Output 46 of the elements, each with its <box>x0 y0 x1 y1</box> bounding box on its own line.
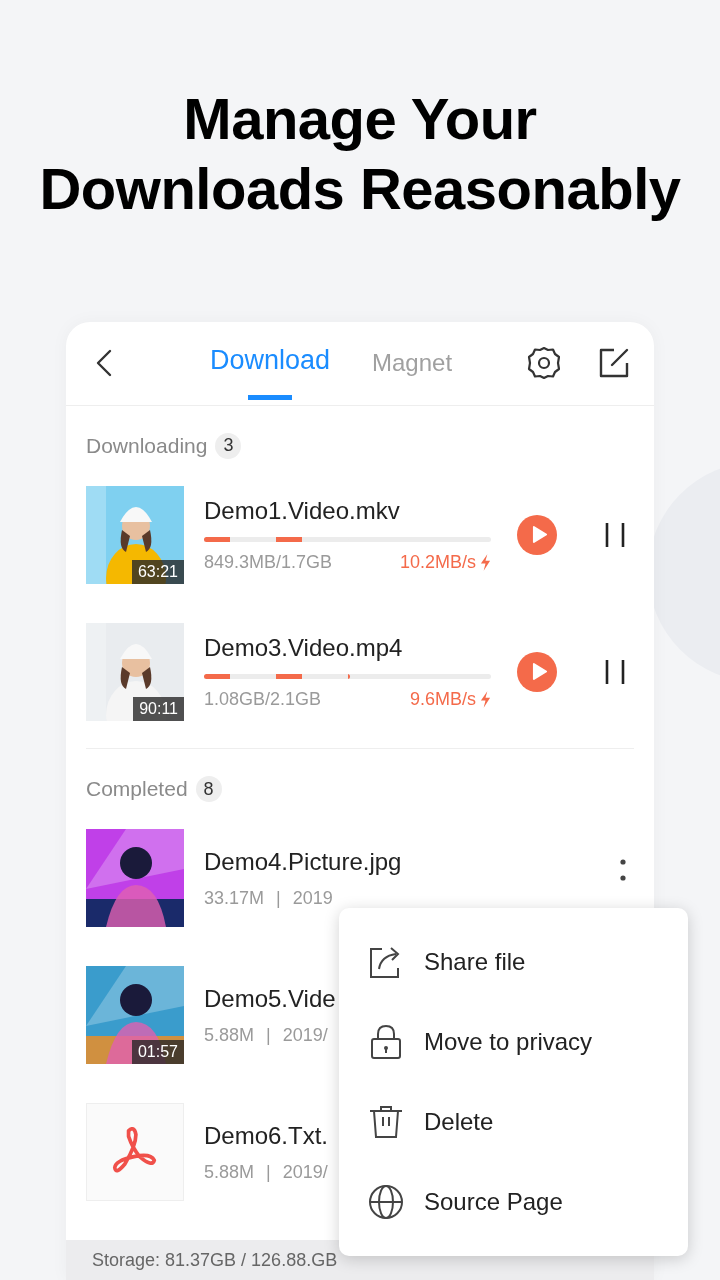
file-date: 2019/ <box>282 1024 328 1046</box>
speed-text: 9.6MB/s <box>409 688 476 710</box>
lock-icon <box>368 1024 404 1060</box>
progress-text: 849.3MB/1.7GB <box>204 551 333 573</box>
file-name: Demo3.Video.mp4 <box>204 633 404 662</box>
file-size: 5.88M <box>204 1024 255 1046</box>
menu-item[interactable]: Source Page <box>339 1162 688 1242</box>
bolt-icon <box>480 690 491 708</box>
headline: Manage Your <box>183 85 537 153</box>
menu-item[interactable]: Share file <box>339 922 688 1002</box>
play-icon <box>531 663 547 680</box>
headline: Downloads Reasonably <box>39 155 681 223</box>
trash-icon <box>368 1104 404 1140</box>
globe-icon <box>368 1184 404 1220</box>
count-badge: 3 <box>215 432 242 459</box>
pause-icon[interactable] <box>604 521 626 548</box>
play-button[interactable] <box>517 651 557 692</box>
section-title: Downloading <box>86 433 208 458</box>
file-size: 33.17M <box>204 887 265 909</box>
file-name: Demo6.Txt. <box>204 1121 329 1150</box>
file-date: 2019/ <box>282 1161 328 1183</box>
separator: | <box>266 1161 271 1183</box>
storage-text: Storage: 81.37GB / 126.88.GB <box>92 1249 338 1271</box>
file-size: 5.88M <box>204 1161 255 1183</box>
settings-icon[interactable] <box>526 345 562 382</box>
play-icon <box>531 526 547 543</box>
menu-item[interactable]: Move to privacy <box>339 1002 688 1082</box>
menu-item[interactable]: Delete <box>339 1082 688 1162</box>
bolt-icon <box>480 553 491 571</box>
count-badge: 8 <box>195 776 222 802</box>
file-name: Demo4.Picture.jpg <box>204 847 402 876</box>
edit-icon[interactable] <box>598 347 630 380</box>
more-icon[interactable] <box>620 859 626 881</box>
separator: | <box>276 887 281 909</box>
play-button[interactable] <box>517 514 557 555</box>
speed-text: 10.2MB/s <box>399 551 476 573</box>
file-name: Demo5.Vide <box>204 984 336 1013</box>
duration-badge: 90:11 <box>133 696 184 721</box>
back-icon[interactable] <box>96 349 112 378</box>
file-date: 2019 <box>292 887 333 909</box>
progress-text: 1.08GB/2.1GB <box>204 688 322 710</box>
separator: | <box>266 1024 271 1046</box>
file-name: Demo1.Video.mkv <box>204 496 401 525</box>
pause-icon[interactable] <box>604 658 626 685</box>
section-title: Completed <box>86 777 188 801</box>
duration-badge: 01:57 <box>131 1040 184 1064</box>
